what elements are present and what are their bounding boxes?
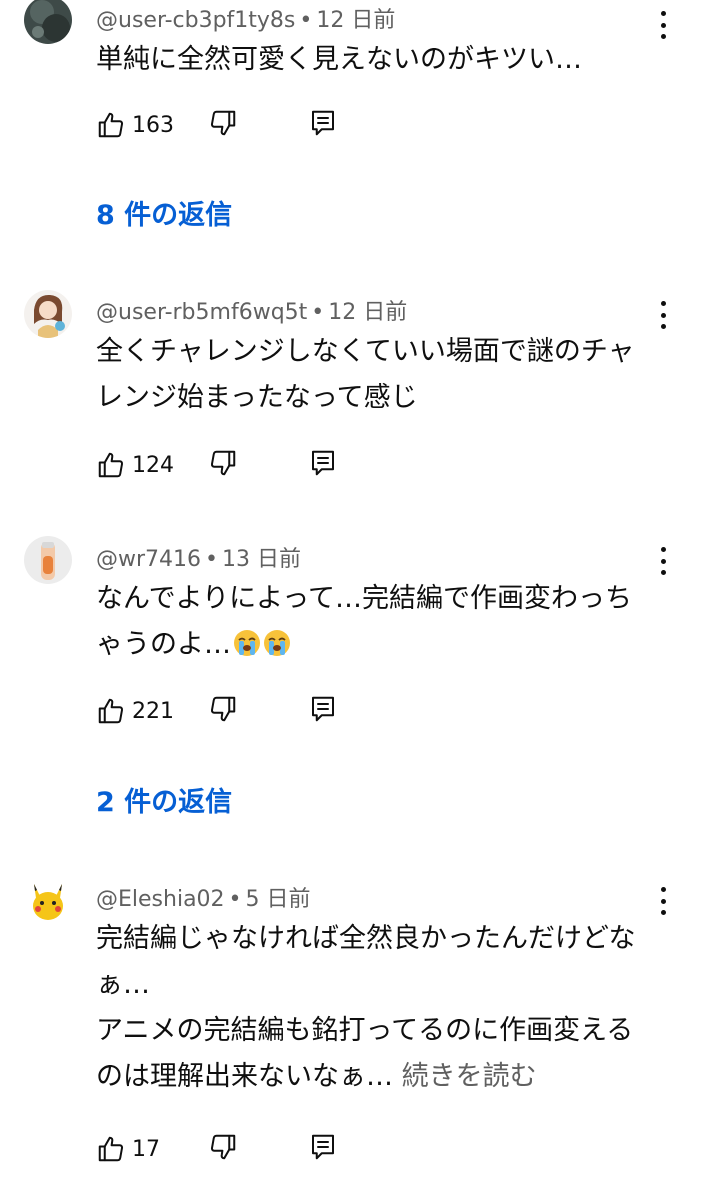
separator-dot: • [228,887,242,912]
like-count: 17 [132,1136,160,1162]
reply-button[interactable] [308,694,338,724]
like-button[interactable]: 124 [96,450,174,480]
thumbs-up-icon [98,112,124,138]
view-replies-link[interactable]: 8 件の返信 [96,193,232,232]
thumbs-down-icon [210,1134,236,1160]
comment-actions: 124 [96,448,356,482]
thumbs-down-icon [210,696,236,722]
more-vert-icon[interactable] [648,884,678,918]
comment-time[interactable]: 12 日前 [316,8,395,33]
thumbs-down-icon [210,450,236,476]
comment-line: のは理解出来ないなぁ… 続きを読む [96,1061,537,1092]
reply-comment-icon [312,696,334,722]
separator-dot: • [311,300,325,325]
comment-line: レンジ始まったなって感じ [96,382,418,413]
separator-dot: • [205,547,219,572]
dislike-button[interactable] [208,694,238,724]
comment-meta: @Eleshia02 • 5 日前 [96,881,311,913]
comment-time[interactable]: 13 日前 [222,547,301,572]
comment-line: 全くチャレンジしなくていい場面で謎のチャ [96,336,635,367]
avatar[interactable] [24,876,72,924]
comment-text: なんでよりによって…完結編で作画変わっち ゃうのよ… [96,576,656,668]
thumbs-up-icon [98,1136,124,1162]
like-count: 221 [132,698,174,724]
reply-button[interactable] [308,1132,338,1162]
more-vert-icon[interactable] [648,298,678,332]
read-more-link[interactable]: 続きを読む [402,1061,537,1092]
dislike-button[interactable] [208,1132,238,1162]
comment-line: 単純に全然可愛く見えないのがキツい… [96,44,582,75]
comment-actions: 221 [96,694,356,728]
comment-text: 完結編じゃなければ全然良かったんだけどな ぁ… アニメの完結編も銘打ってるのに作… [96,916,656,1100]
author-handle[interactable]: @user-rb5mf6wq5t [96,300,307,325]
view-replies-link[interactable]: 2 件の返信 [96,780,232,819]
dislike-button[interactable] [208,448,238,478]
avatar[interactable] [24,0,72,44]
author-handle[interactable]: @user-cb3pf1ty8s [96,8,295,33]
author-handle[interactable]: @Eleshia02 [96,887,225,912]
comment-text: 全くチャレンジしなくていい場面で謎のチャ レンジ始まったなって感じ [96,329,656,421]
comment-line: 完結編じゃなければ全然良かったんだけどな [96,923,636,954]
like-button[interactable]: 221 [96,696,174,726]
comment-text: 単純に全然可愛く見えないのがキツい… [96,37,656,83]
dislike-button[interactable] [208,108,238,138]
reply-comment-icon [312,110,334,136]
comment-time[interactable]: 12 日前 [328,300,407,325]
reply-button[interactable] [308,108,338,138]
comment-line: なんでよりによって…完結編で作画変わっち [96,583,632,614]
thumbs-up-icon [98,698,124,724]
thumbs-down-icon [210,110,236,136]
comment-actions: 17 [96,1132,356,1166]
comment-time[interactable]: 5 日前 [246,887,311,912]
comment-line: ぁ… [96,969,150,1000]
avatar[interactable] [24,536,72,584]
comment-meta: @wr7416 • 13 日前 [96,541,301,573]
comment-meta: @user-cb3pf1ty8s • 12 日前 [96,2,395,34]
like-button[interactable]: 17 [96,1134,160,1164]
reply-button[interactable] [308,448,338,478]
like-count: 124 [132,452,174,478]
comment-line: アニメの完結編も銘打ってるのに作画変える [96,1015,634,1046]
comment-line: ゃうのよ… [96,622,656,668]
separator-dot: • [299,8,313,33]
like-count: 163 [132,112,174,138]
loudly-crying-face-emoji [234,630,260,656]
avatar[interactable] [24,290,72,338]
loudly-crying-face-emoji [264,630,290,656]
comment-actions: 163 [96,108,356,142]
reply-comment-icon [312,1134,334,1160]
like-button[interactable]: 163 [96,110,174,140]
reply-comment-icon [312,450,334,476]
author-handle[interactable]: @wr7416 [96,547,201,572]
thumbs-up-icon [98,452,124,478]
more-vert-icon[interactable] [648,544,678,578]
comment-meta: @user-rb5mf6wq5t • 12 日前 [96,294,407,326]
